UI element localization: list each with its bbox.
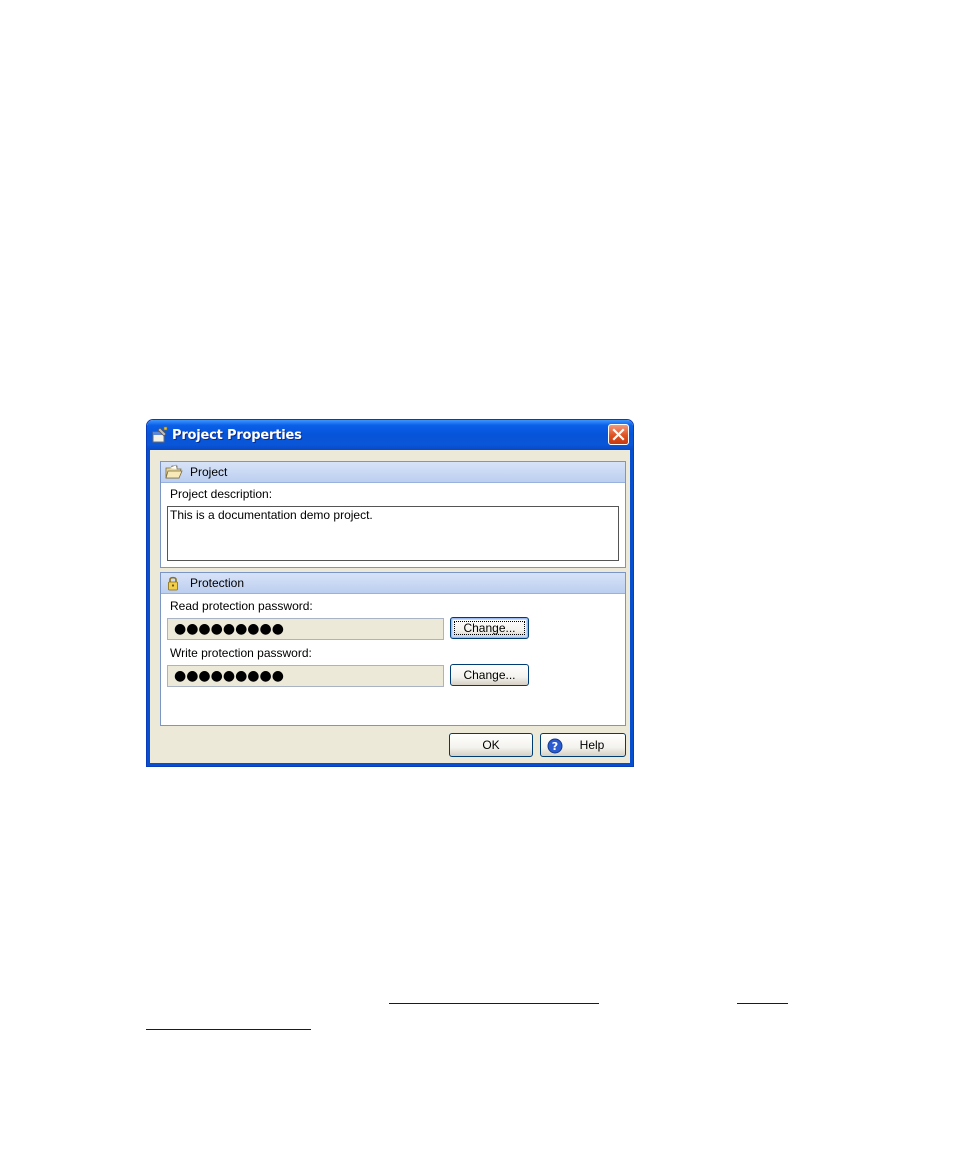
read-password-label: Read protection password: bbox=[170, 599, 313, 613]
close-button[interactable] bbox=[608, 424, 629, 445]
properties-icon bbox=[151, 426, 169, 444]
help-icon: ? bbox=[547, 738, 563, 754]
write-password-field[interactable]: ●●●●●●●●● bbox=[167, 665, 444, 687]
window-frame-left bbox=[147, 450, 150, 766]
write-change-label: Change... bbox=[463, 668, 516, 682]
project-description-label: Project description: bbox=[170, 487, 273, 501]
project-panel: Project Project description: This is a d… bbox=[160, 461, 626, 568]
lock-icon bbox=[165, 575, 181, 591]
window-frame-bottom bbox=[147, 763, 633, 766]
project-description-input[interactable]: This is a documentation demo project. bbox=[167, 506, 619, 561]
document-link-2[interactable] bbox=[737, 1003, 788, 1004]
document-page: Project Properties Project Project descr… bbox=[0, 0, 954, 1164]
project-section-title: Project bbox=[190, 465, 228, 479]
project-properties-dialog: Project Properties Project Project descr… bbox=[146, 419, 634, 767]
document-link-2-continued[interactable] bbox=[146, 1029, 311, 1030]
window-frame-right bbox=[630, 450, 633, 766]
protection-panel: Protection Read protection password: ●●●… bbox=[160, 572, 626, 726]
title-bar[interactable]: Project Properties bbox=[147, 420, 633, 450]
svg-text:?: ? bbox=[552, 740, 558, 753]
project-panel-header: Project bbox=[161, 462, 625, 483]
read-password-field[interactable]: ●●●●●●●●● bbox=[167, 618, 444, 640]
protection-section-title: Protection bbox=[190, 576, 245, 590]
help-button[interactable]: ? Help bbox=[540, 733, 626, 757]
close-icon bbox=[612, 428, 625, 441]
folder-icon bbox=[165, 464, 183, 480]
ok-button[interactable]: OK bbox=[449, 733, 533, 757]
dialog-title: Project Properties bbox=[172, 428, 302, 443]
help-label: Help bbox=[579, 738, 605, 752]
read-change-label: Change... bbox=[463, 621, 516, 635]
protection-panel-header: Protection bbox=[161, 573, 625, 594]
read-password-change-button[interactable]: Change... bbox=[450, 617, 529, 639]
write-password-change-button[interactable]: Change... bbox=[450, 664, 529, 686]
document-link-1[interactable] bbox=[389, 1003, 599, 1004]
write-password-label: Write protection password: bbox=[170, 646, 312, 660]
ok-label: OK bbox=[482, 738, 500, 752]
